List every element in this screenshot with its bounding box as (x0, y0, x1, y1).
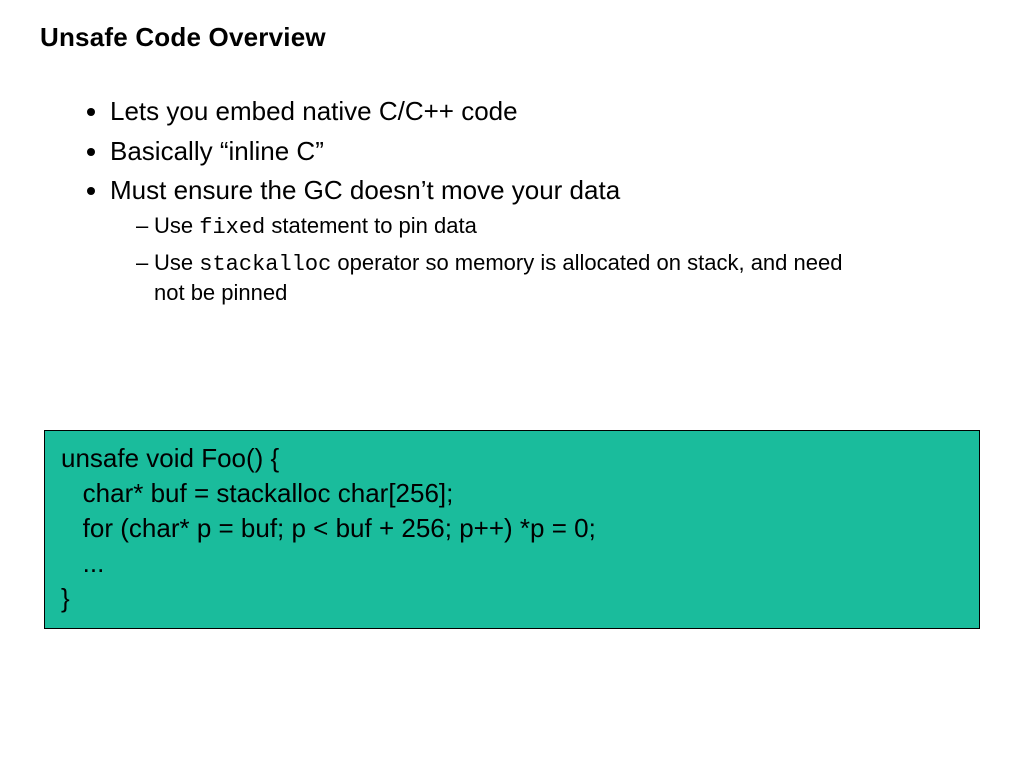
bullet-item: Lets you embed native C/C++ code (110, 93, 984, 131)
text: “inline C” (220, 136, 324, 166)
bullet-list: Lets you embed native C/C++ code Basical… (70, 93, 984, 308)
slide: Unsafe Code Overview Lets you embed nati… (0, 0, 1024, 768)
text: Use (154, 250, 199, 275)
code-block: unsafe void Foo() { char* buf = stackall… (44, 430, 980, 629)
text: t move your data (427, 175, 621, 205)
code-span: stackalloc (199, 252, 331, 277)
text: Use (154, 213, 199, 238)
code-span: fixed (199, 215, 265, 240)
sub-bullet-item: Use stackalloc operator so memory is all… (136, 249, 856, 308)
text: Basically (110, 136, 220, 166)
text: statement to pin data (265, 213, 477, 238)
bullet-item: Must ensure the GC doesn’t move your dat… (110, 172, 984, 307)
bullet-item: Basically “inline C” (110, 133, 984, 171)
sub-bullet-list: Use fixed statement to pin data Use stac… (110, 212, 984, 308)
slide-body: Lets you embed native C/C++ code Basical… (40, 93, 984, 308)
slide-title: Unsafe Code Overview (40, 22, 984, 53)
sub-bullet-item: Use fixed statement to pin data (136, 212, 856, 243)
text: Must ensure the GC doesn (110, 175, 421, 205)
